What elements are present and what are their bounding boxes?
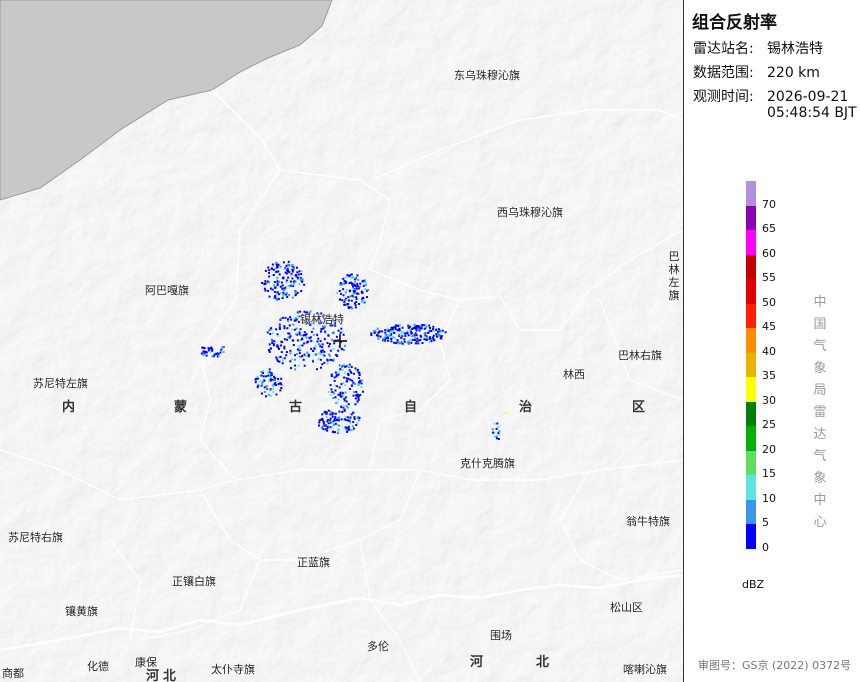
legend-swatch xyxy=(746,377,756,402)
place-dongwu: 东乌珠穆沁旗 xyxy=(454,69,520,82)
province-char-he-right: 河 xyxy=(470,655,484,670)
place-balin-left: 巴林左旗 xyxy=(668,250,680,302)
legend-tick: 35 xyxy=(762,369,776,382)
place-zhengxiangbai: 正镶白旗 xyxy=(172,575,216,588)
legend-tick: 0 xyxy=(762,540,769,554)
legend-swatch xyxy=(746,426,756,451)
legend-tick: 20 xyxy=(762,442,776,456)
approval-number: 审图号：GS京 (2022) 0372号 xyxy=(698,659,852,672)
place-weichang: 围场 xyxy=(490,629,512,642)
place-wengniute: 翁牛特旗 xyxy=(626,515,670,528)
province-char-qu: 区 xyxy=(632,400,646,415)
legend-tick: 40 xyxy=(762,344,776,358)
place-songshan: 松山区 xyxy=(610,601,643,614)
legend-swatch xyxy=(746,499,756,524)
credit-vertical: 中国气象局雷达气象中心 xyxy=(813,295,827,530)
station-label: 雷达站名: xyxy=(693,41,754,57)
legend-tick: 5 xyxy=(762,516,769,529)
time-label: 观测时间: xyxy=(693,89,754,105)
province-char-he-left: 河 xyxy=(146,669,160,682)
legend-tick: 65 xyxy=(762,222,776,235)
product-title: 组合反射率 xyxy=(692,13,777,33)
place-xianghuang: 镶黄旗 xyxy=(65,605,98,618)
legend-swatch xyxy=(746,230,756,255)
legend-tick: 50 xyxy=(762,295,776,309)
province-char-zhi: 治 xyxy=(519,400,533,415)
legend-swatch xyxy=(746,328,756,353)
radar-viewer: 东乌珠穆沁旗 西乌珠穆沁旗 阿巴嘎旗 锡林浩特 苏尼特左旗 苏尼特右旗 林西 巴… xyxy=(0,0,860,682)
legend-swatch xyxy=(746,205,756,230)
legend-swatch xyxy=(746,254,756,279)
time-value-time: 05:48:54 BJT xyxy=(767,105,857,121)
station-value: 锡林浩特 xyxy=(767,41,823,57)
info-panel: 组合反射率 雷达站名: 锡林浩特 数据范围: 220 km 观测时间: 2026-09… xyxy=(684,0,860,682)
range-row: 数据范围: 220 km xyxy=(693,62,820,82)
legend-swatch xyxy=(746,524,756,549)
range-label: 数据范围: xyxy=(693,65,754,81)
legend-tick: 45 xyxy=(762,320,776,333)
time-value-date: 2026-09-21 xyxy=(767,89,849,105)
place-huade: 化德 xyxy=(87,660,109,673)
legend-tick: 10 xyxy=(762,491,776,505)
place-kalaqin: 喀喇沁旗 xyxy=(623,663,667,676)
province-char-bei-right: 北 xyxy=(536,655,550,670)
station-row: 雷达站名: 锡林浩特 xyxy=(693,38,823,58)
legend-tick: 70 xyxy=(762,197,776,211)
legend-swatch xyxy=(746,303,756,328)
legend-swatch xyxy=(746,352,756,377)
place-sunite-right: 苏尼特右旗 xyxy=(8,531,63,544)
place-taipusi: 太仆寺旗 xyxy=(211,663,255,676)
place-keshiketeng: 克什克腾旗 xyxy=(460,457,515,470)
place-balin-right: 巴林右旗 xyxy=(618,349,662,362)
place-xilinhaote: 锡林浩特 xyxy=(300,313,344,326)
place-sunite-left: 苏尼特左旗 xyxy=(33,377,88,390)
province-char-nei: 内 xyxy=(62,400,76,415)
province-char-gu: 古 xyxy=(289,400,303,415)
legend-swatch xyxy=(746,279,756,304)
radar-map[interactable]: 东乌珠穆沁旗 西乌珠穆沁旗 阿巴嘎旗 锡林浩特 苏尼特左旗 苏尼特右旗 林西 巴… xyxy=(0,0,683,682)
time-row: 观测时间: 2026-09-21 xyxy=(693,86,848,106)
legend-tick: 15 xyxy=(762,467,776,480)
legend-tick: 55 xyxy=(762,271,776,284)
place-duolun: 多伦 xyxy=(367,640,389,653)
province-char-meng: 蒙 xyxy=(174,400,188,415)
legend-swatch xyxy=(746,401,756,426)
legend-swatch xyxy=(746,181,756,206)
province-char-bei-left: 北 xyxy=(163,669,177,682)
place-linxi: 林西 xyxy=(563,368,585,381)
province-char-zi: 自 xyxy=(404,400,418,415)
map-canvas xyxy=(0,0,683,682)
legend-swatch xyxy=(746,475,756,500)
place-shangdu: 商都 xyxy=(2,667,24,680)
legend-swatch xyxy=(746,450,756,475)
place-xiwu: 西乌珠穆沁旗 xyxy=(497,206,563,219)
legend-tick: 60 xyxy=(762,246,776,260)
range-value: 220 km xyxy=(767,65,820,81)
place-zhenglan: 正蓝旗 xyxy=(297,556,330,569)
legend-tick: 25 xyxy=(762,418,776,431)
place-abaga: 阿巴嘎旗 xyxy=(145,284,189,297)
legend-unit: dBZ xyxy=(742,578,765,591)
legend-tick: 30 xyxy=(762,393,776,407)
